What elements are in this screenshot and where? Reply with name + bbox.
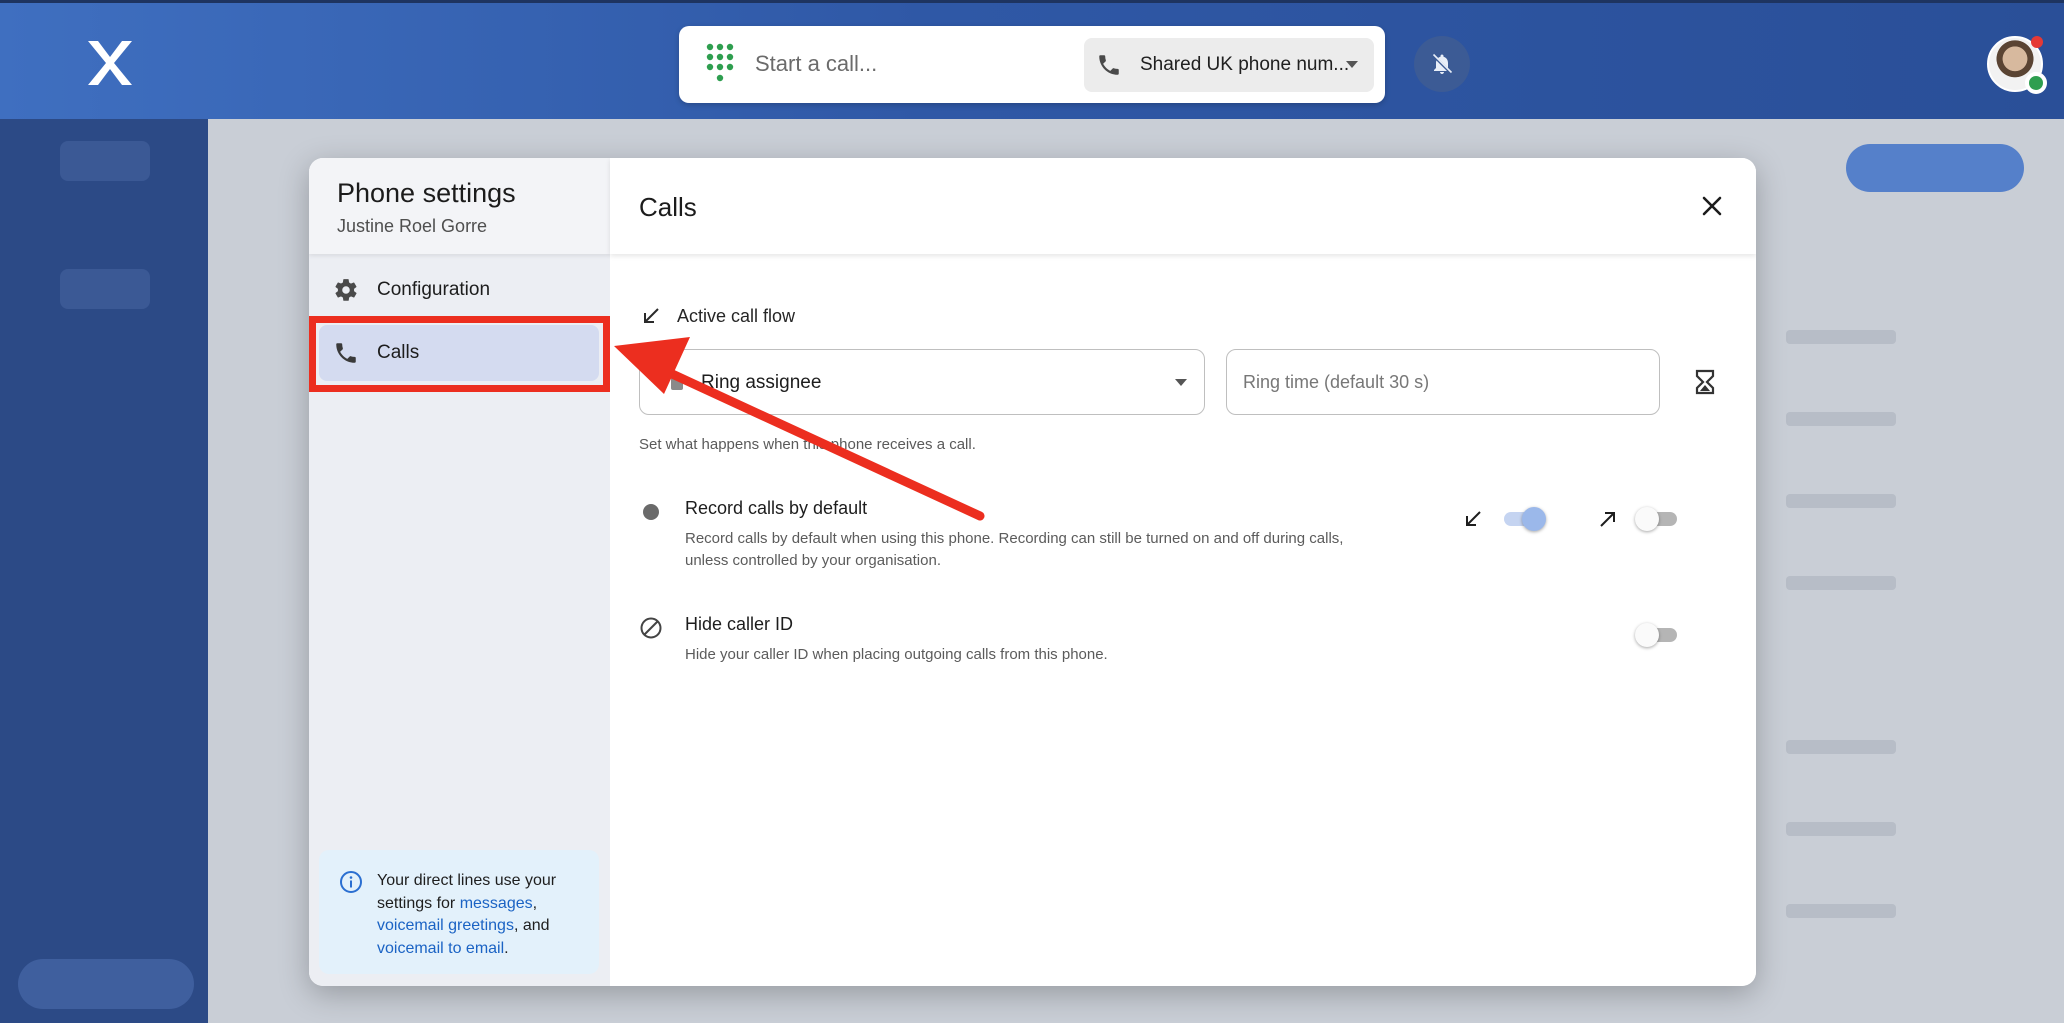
background-row — [1786, 330, 1896, 344]
notification-dot — [2031, 36, 2043, 48]
caller-number-select[interactable]: Shared UK phone num... — [1084, 38, 1374, 92]
active-call-flow-heading: Active call flow — [639, 304, 795, 328]
record-outgoing-toggle[interactable] — [1635, 506, 1681, 532]
close-button[interactable] — [1694, 188, 1730, 224]
background-row — [1786, 412, 1896, 426]
nav-pill — [18, 959, 194, 1009]
background-row — [1786, 576, 1896, 590]
info-icon — [340, 871, 362, 893]
active-call-flow-label: Active call flow — [677, 305, 796, 326]
record-calls-setting: Record calls by default Record calls by … — [639, 498, 1729, 588]
info-text-part: , and — [513, 917, 550, 934]
background-row — [1786, 904, 1896, 918]
caller-number-label: Shared UK phone num... — [1140, 54, 1350, 75]
background-row — [1786, 494, 1896, 508]
start-call-input[interactable] — [755, 44, 1055, 84]
phone-icon — [1099, 55, 1119, 75]
app-logo-icon[interactable] — [84, 37, 136, 89]
toggle-knob — [1522, 507, 1546, 531]
record-calls-title: Record calls by default — [685, 498, 868, 518]
dialpad-icon[interactable] — [705, 42, 735, 86]
user-avatar[interactable] — [1987, 36, 2047, 94]
hide-caller-id-title: Hide caller ID — [685, 614, 794, 634]
start-call-box: Shared UK phone num... — [679, 26, 1385, 103]
background-left-nav — [0, 119, 208, 1023]
chevron-down-icon — [1346, 61, 1358, 68]
hourglass-icon[interactable] — [1692, 368, 1718, 396]
record-incoming-toggle[interactable] — [1500, 506, 1546, 532]
voicemail-to-email-link[interactable]: voicemail to email — [377, 940, 504, 957]
call-flow-helper-text: Set what happens when this phone receive… — [639, 436, 976, 453]
background-row — [1786, 822, 1896, 836]
calls-highlight-box — [309, 316, 610, 392]
info-text-part: , — [532, 894, 538, 912]
toggle-knob — [1635, 623, 1659, 647]
bell-off-icon — [1431, 53, 1453, 75]
record-dot-icon — [643, 504, 659, 520]
record-calls-description: Record calls by default when using this … — [685, 530, 1344, 569]
block-icon — [640, 617, 662, 639]
top-bar: Shared UK phone num... — [0, 0, 2064, 119]
direct-lines-info: Your direct lines use your settings for … — [319, 850, 599, 974]
online-status-dot — [2025, 72, 2047, 94]
background-button — [1846, 144, 2024, 192]
voicemail-greetings-link[interactable]: voicemail greetings — [377, 917, 514, 934]
hide-caller-id-toggle[interactable] — [1635, 622, 1681, 648]
notifications-muted-button[interactable] — [1414, 36, 1470, 92]
calls-settings-panel: Calls Active call flow Ring assignee Rin… — [610, 158, 1756, 986]
panel-header: Calls — [610, 158, 1756, 254]
outgoing-arrow-icon — [1600, 512, 1615, 527]
toggle-knob — [1635, 507, 1659, 531]
sidebar-header: Phone settings Justine Roel Gorre — [309, 158, 610, 254]
nav-blob — [60, 269, 150, 309]
call-flow-select[interactable]: Ring assignee — [639, 349, 1205, 415]
background-row — [1786, 740, 1896, 754]
sidebar-item-configuration[interactable]: Configuration — [319, 262, 599, 318]
phone-settings-dialog: Phone settings Justine Roel Gorre Config… — [309, 158, 1756, 986]
info-text-part: . — [504, 939, 509, 957]
messages-link[interactable]: messages — [460, 895, 533, 912]
chevron-down-icon — [1175, 379, 1187, 386]
info-text: Your direct lines use your settings for … — [377, 870, 587, 960]
hide-caller-id-setting: Hide caller ID Hide your caller ID when … — [639, 614, 1729, 684]
call-flow-value: Ring assignee — [701, 372, 822, 393]
settings-sidebar: Phone settings Justine Roel Gorre Config… — [309, 158, 610, 986]
incoming-arrow-icon — [644, 308, 659, 323]
nav-blob — [60, 141, 150, 181]
panel-title: Calls — [639, 192, 697, 222]
dialog-title: Phone settings — [337, 178, 516, 208]
user-name: Justine Roel Gorre — [337, 216, 488, 236]
ring-time-input[interactable] — [1226, 349, 1660, 415]
hide-caller-id-description: Hide your caller ID when placing outgoin… — [685, 646, 1108, 663]
sidebar-item-label: Configuration — [377, 279, 491, 300]
incoming-arrow-icon — [1466, 511, 1481, 526]
gear-icon — [335, 279, 357, 301]
ring-assignee-icon — [671, 374, 683, 390]
close-icon — [1702, 196, 1722, 216]
